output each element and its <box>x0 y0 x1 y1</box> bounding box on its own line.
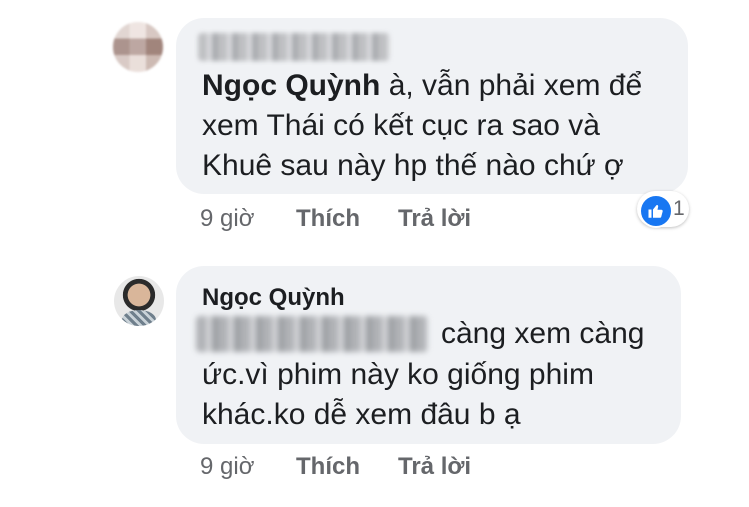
mention-link[interactable]: Ngọc Quỳnh <box>202 69 380 102</box>
reply-button[interactable]: Trả lời <box>398 205 471 233</box>
comment-line: ức.vì phim này ko giống phim <box>202 358 594 391</box>
mention-blurred[interactable] <box>196 316 428 352</box>
comment-line: Ngọc Quỳnh à, vẫn phải xem để <box>202 68 642 104</box>
commenter-avatar[interactable] <box>114 276 164 326</box>
commenter-name-blurred[interactable] <box>198 33 390 61</box>
like-button[interactable]: Thích <box>296 205 360 233</box>
comment-timestamp[interactable]: 9 giờ <box>200 453 254 481</box>
comment-text: à, vẫn phải xem để <box>388 69 643 102</box>
comment-line: càng xem càng <box>441 317 645 350</box>
comment-timestamp[interactable]: 9 giờ <box>200 205 254 233</box>
reaction-summary[interactable]: 1 <box>637 191 689 228</box>
comment-line: khác.ko dễ xem đâu b ạ <box>202 398 521 431</box>
reaction-count: 1 <box>673 197 685 220</box>
reply-button[interactable]: Trả lời <box>398 453 471 481</box>
comment-line: Khuê sau này hp thế nào chứ ợ <box>202 149 624 182</box>
comment-line: xem Thái có kết cục ra sao và <box>202 109 600 142</box>
commenter-name[interactable]: Ngọc Quỳnh <box>202 284 345 312</box>
commenter-avatar-blurred[interactable] <box>113 22 163 72</box>
like-icon <box>639 194 673 228</box>
like-button[interactable]: Thích <box>296 453 360 481</box>
